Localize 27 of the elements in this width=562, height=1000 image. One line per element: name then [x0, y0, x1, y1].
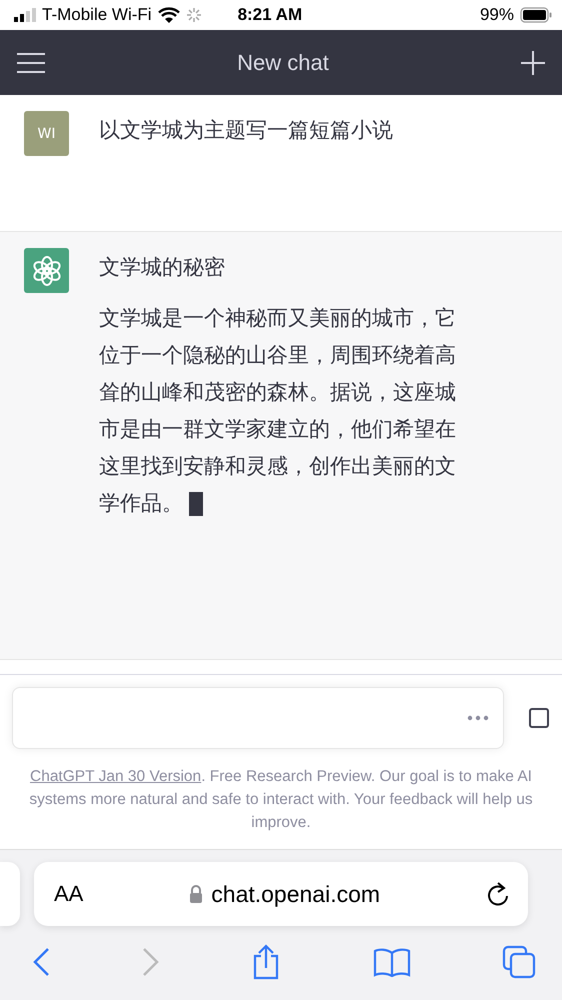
message-text: 文学城的秘密 — [99, 254, 226, 281]
message-text: 以文学城为主题写一篇短篇小说 — [99, 117, 393, 144]
new-chat-button[interactable] — [520, 50, 546, 76]
tabs-button[interactable] — [502, 945, 536, 979]
stop-button[interactable] — [528, 707, 550, 729]
back-button[interactable] — [32, 947, 50, 977]
text-size-button[interactable]: AA — [54, 881, 84, 907]
battery-percent: 99% — [480, 5, 514, 25]
wifi-icon — [158, 7, 180, 23]
message-input[interactable] — [12, 687, 504, 749]
clock-time: 8:21 AM — [238, 5, 304, 25]
spinner-icon — [186, 7, 202, 23]
signal-icon — [14, 8, 36, 22]
carrier-name: T-Mobile Wi-Fi — [42, 5, 152, 25]
message-body: 文学城是一个神秘而又美丽的城市，它位于一个隐秘的山谷里，周围环绕着高耸的山峰和茂密的森林。据说，这座城市是由一群文学家建立的，他们希望在这里找到安静和灵感，创作出美丽的文学作品。 — [99, 305, 456, 518]
url-text: chat.openai.com — [211, 880, 380, 908]
address-bar[interactable]: AA chat.openai.com — [34, 862, 528, 926]
share-button[interactable] — [251, 944, 281, 980]
battery-icon — [520, 7, 552, 23]
header-title: New chat — [237, 50, 329, 76]
disclaimer-text: ChatGPT Jan 30 Version. Free Research Preview. Our goal is to make AI systems more natural and safe to interact with. Your feedback will help us improve. — [28, 767, 534, 833]
knot-icon — [30, 254, 62, 286]
bookmarks-button[interactable] — [372, 947, 410, 977]
menu-button[interactable] — [16, 52, 46, 74]
user-avatar: WI — [24, 111, 69, 156]
reload-button[interactable] — [486, 881, 510, 907]
lock-icon — [189, 885, 204, 903]
